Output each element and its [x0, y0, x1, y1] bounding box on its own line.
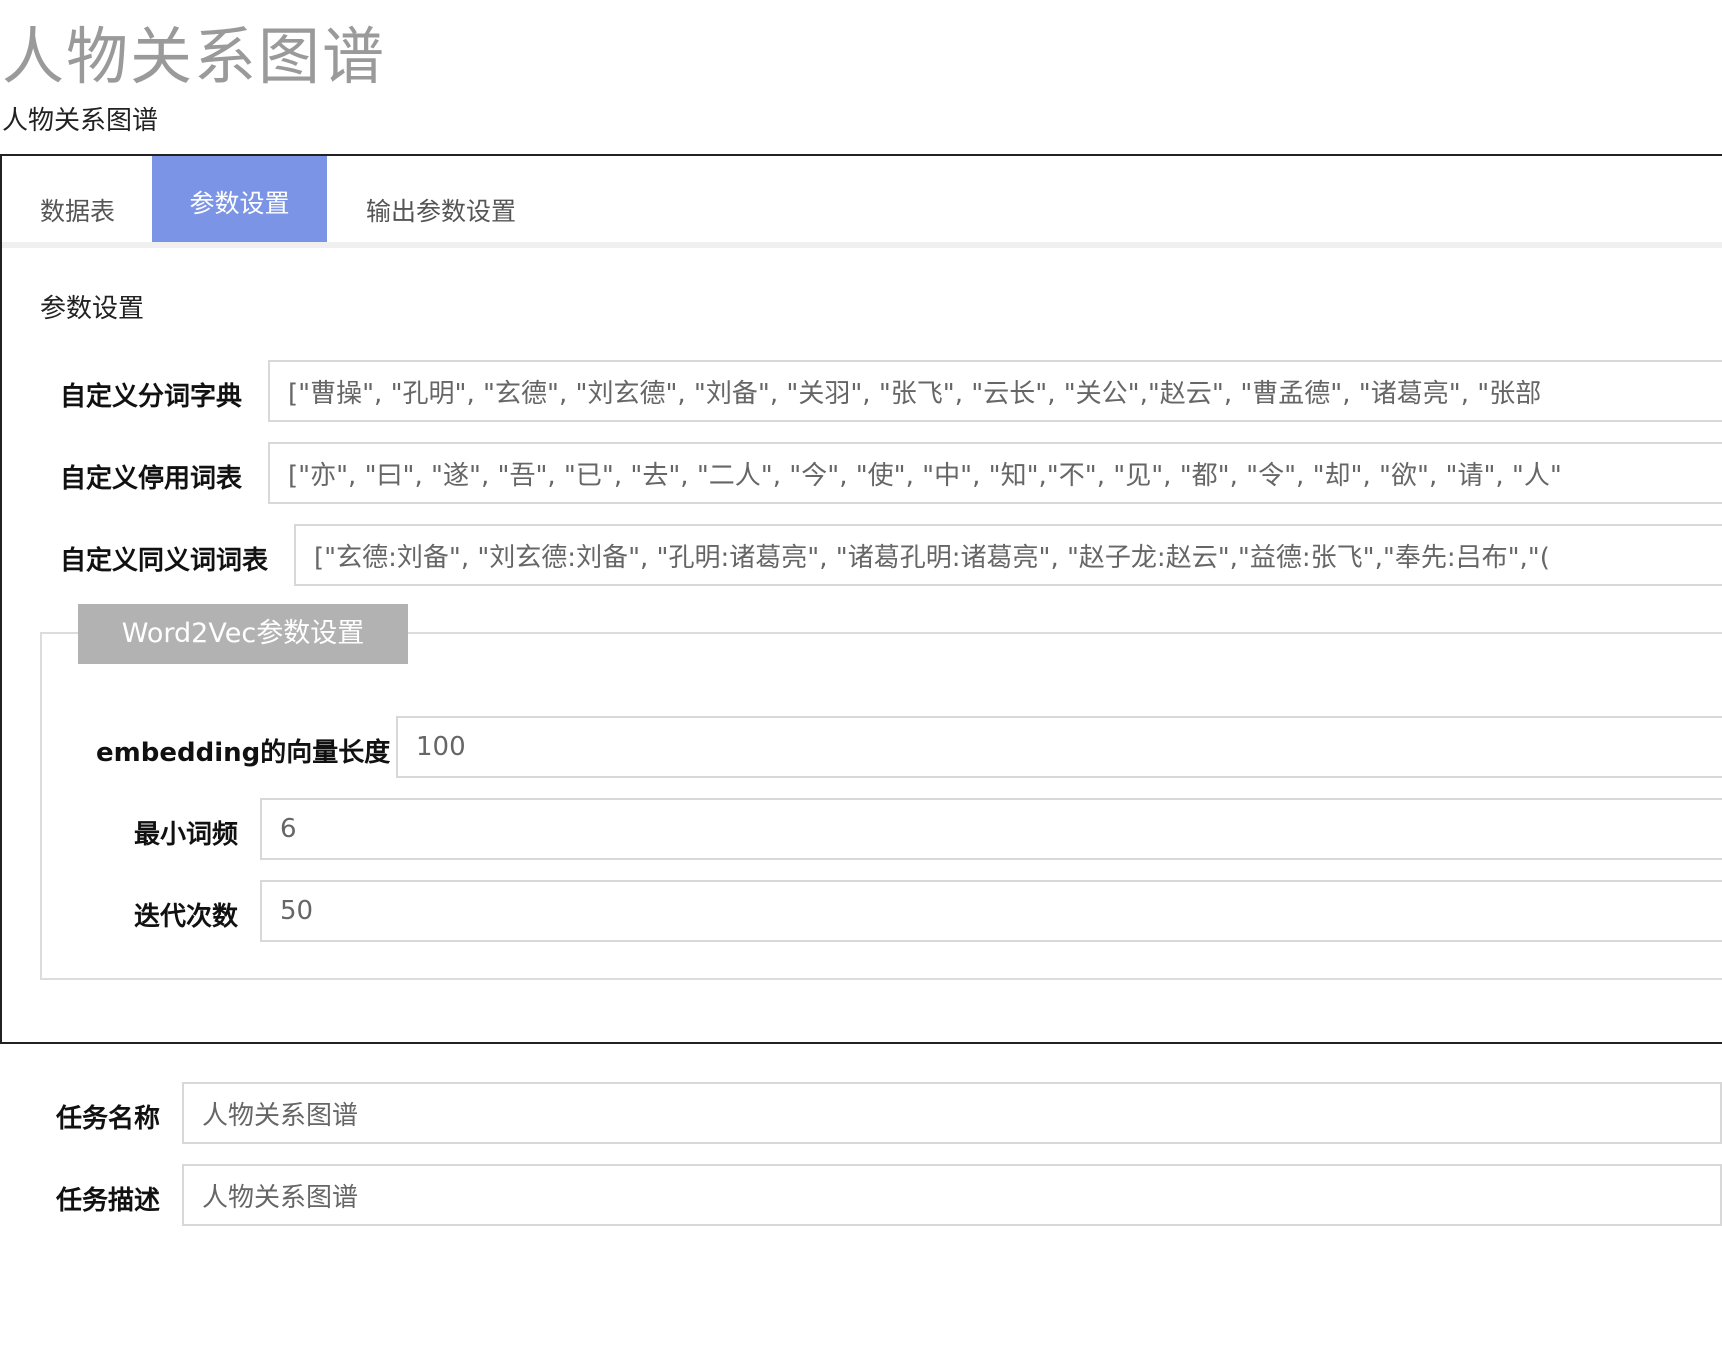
page-subtitle: 人物关系图谱 — [2, 106, 159, 136]
custom-synonyms-input[interactable] — [294, 524, 1722, 586]
custom-dict-label: 自定义分词字典 — [60, 382, 243, 412]
embedding-size-input[interactable] — [396, 716, 1722, 778]
page-title: 人物关系图谱 — [2, 20, 387, 93]
word2vec-legend: Word2Vec参数设置 — [78, 604, 408, 664]
embedding-size-label: embedding的向量长度 — [96, 738, 391, 768]
tab-bar: 数据表 参数设置 输出参数设置 — [2, 156, 1722, 248]
task-description-input[interactable] — [182, 1164, 1722, 1226]
section-heading: 参数设置 — [40, 294, 145, 324]
tab-parameter-settings[interactable]: 参数设置 — [152, 156, 327, 242]
min-count-label: 最小词频 — [134, 820, 239, 850]
tab-output-parameter-settings[interactable]: 输出参数设置 — [332, 156, 550, 242]
custom-stopwords-input[interactable] — [268, 442, 1722, 504]
iterations-label: 迭代次数 — [134, 902, 239, 932]
tab-output-parameter-settings-label: 输出参数设置 — [365, 197, 516, 226]
custom-dict-input[interactable] — [268, 360, 1722, 422]
custom-stopwords-label: 自定义停用词表 — [60, 464, 243, 494]
tab-data-table-label: 数据表 — [39, 197, 115, 226]
task-config-panel: 数据表 参数设置 输出参数设置 参数设置 自定义分词字典 自定义停用词表 自定义… — [0, 154, 1722, 1044]
tab-parameter-settings-label: 参数设置 — [189, 189, 290, 218]
tab-data-table[interactable]: 数据表 — [2, 156, 153, 242]
task-name-input[interactable] — [182, 1082, 1722, 1144]
custom-synonyms-label: 自定义同义词词表 — [60, 546, 269, 576]
min-count-input[interactable] — [260, 798, 1722, 860]
iterations-input[interactable] — [260, 880, 1722, 942]
task-name-label: 任务名称 — [56, 1104, 161, 1134]
task-description-label: 任务描述 — [56, 1186, 161, 1216]
